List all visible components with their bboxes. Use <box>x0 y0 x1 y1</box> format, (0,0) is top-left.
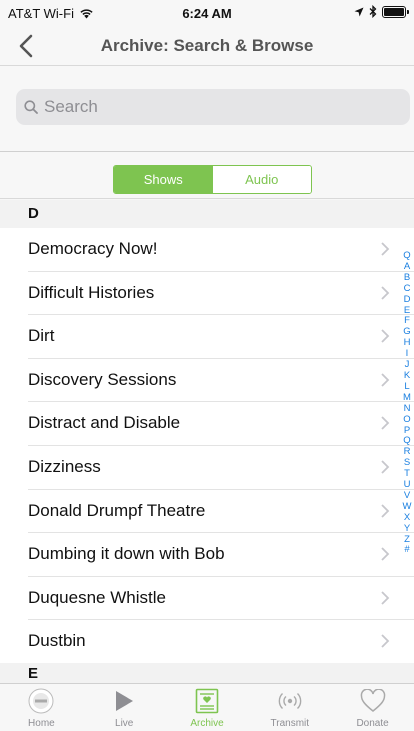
location-icon <box>354 7 364 16</box>
section-header-d: D <box>0 200 414 228</box>
chevron-right-icon <box>381 503 390 518</box>
chevron-right-icon <box>381 329 390 343</box>
tab-label: Archive <box>190 718 224 729</box>
list-item-label: Difficult Histories <box>28 282 155 302</box>
chevron-right-icon <box>381 591 390 605</box>
list-item-label: Dirt <box>28 326 55 346</box>
list-item[interactable]: Difficult Histories <box>28 272 414 316</box>
bluetooth-icon <box>369 5 377 18</box>
index-letter[interactable]: C <box>404 283 411 295</box>
tab-label: Donate <box>356 718 389 729</box>
segment-audio[interactable]: Audio <box>212 166 311 193</box>
station-logo-icon <box>27 687 55 715</box>
tab-label: Home <box>28 718 55 729</box>
list-item-label: Dumbing it down with Bob <box>28 544 225 564</box>
list-item[interactable]: Distract and Disable <box>28 402 414 446</box>
list-item[interactable]: Dirt <box>28 315 414 359</box>
section-header-e: E <box>0 663 414 685</box>
list-item[interactable]: Dustbin <box>28 620 414 664</box>
tab-label: Transmit <box>270 718 310 729</box>
list-item-label: Duquesne Whistle <box>28 587 166 607</box>
list-item-label: Dustbin <box>28 631 86 651</box>
alphabet-index[interactable]: Q A B C D E F G H I J K L M N O P Q R S … <box>400 250 414 556</box>
index-letter[interactable]: D <box>404 294 411 306</box>
list-item[interactable]: Dumbing it down with Bob <box>28 533 414 577</box>
heart-icon <box>359 687 387 715</box>
search-icon <box>24 100 38 114</box>
page-title: Archive: Search & Browse <box>100 36 314 55</box>
list-item[interactable]: Democracy Now! <box>28 228 414 272</box>
search-bar[interactable] <box>16 89 410 125</box>
shows-list: Democracy Now! Difficult Histories Dirt … <box>0 228 414 664</box>
chevron-right-icon <box>381 285 390 300</box>
list-item[interactable]: Discovery Sessions <box>28 359 414 403</box>
battery-icon <box>382 5 409 18</box>
list-item[interactable]: Duquesne Whistle <box>28 577 414 621</box>
broadcast-icon <box>276 687 304 715</box>
chevron-right-icon <box>381 373 390 387</box>
status-time: 6:24 AM <box>182 6 232 21</box>
list-item-label: Discovery Sessions <box>28 369 177 389</box>
shows-audio-segmented-control: Shows Audio <box>113 165 312 194</box>
status-bar: AT&T Wi-Fi 6:24 AM <box>0 0 414 26</box>
list-item[interactable]: Donald Drumpf Theatre <box>28 490 414 534</box>
tab-transmit[interactable]: Transmit <box>248 684 331 731</box>
tab-label: Live <box>115 718 134 729</box>
list-item-label: Dizziness <box>28 456 101 476</box>
list-item-label: Donald Drumpf Theatre <box>28 500 206 520</box>
index-letter[interactable]: N <box>404 403 411 415</box>
index-letter[interactable]: Y <box>404 523 410 535</box>
segment-shows[interactable]: Shows <box>114 166 213 193</box>
archive-icon <box>193 687 221 715</box>
tab-archive[interactable]: Archive <box>166 684 249 731</box>
list-item-label: Distract and Disable <box>28 413 181 433</box>
chevron-right-icon <box>381 416 390 431</box>
search-area <box>0 66 414 152</box>
chevron-right-icon <box>381 547 390 561</box>
search-input[interactable] <box>44 97 384 117</box>
list-item[interactable]: Dizziness <box>28 446 414 490</box>
chevron-right-icon <box>381 242 390 256</box>
navigation-bar: Archive: Search & Browse <box>0 26 414 66</box>
index-letter[interactable]: O <box>403 414 410 426</box>
index-letter[interactable]: # <box>404 545 409 556</box>
chevron-right-icon <box>381 634 390 648</box>
tab-live[interactable]: Live <box>83 684 166 731</box>
tab-home[interactable]: Home <box>0 684 83 731</box>
play-icon <box>110 687 138 715</box>
list-item-label: Democracy Now! <box>28 239 158 258</box>
tab-bar: Home Live Archive Transmit Donate <box>0 683 414 731</box>
tab-donate[interactable]: Donate <box>331 684 414 731</box>
chevron-right-icon <box>381 460 390 474</box>
segment-area: Shows Audio <box>0 153 414 199</box>
